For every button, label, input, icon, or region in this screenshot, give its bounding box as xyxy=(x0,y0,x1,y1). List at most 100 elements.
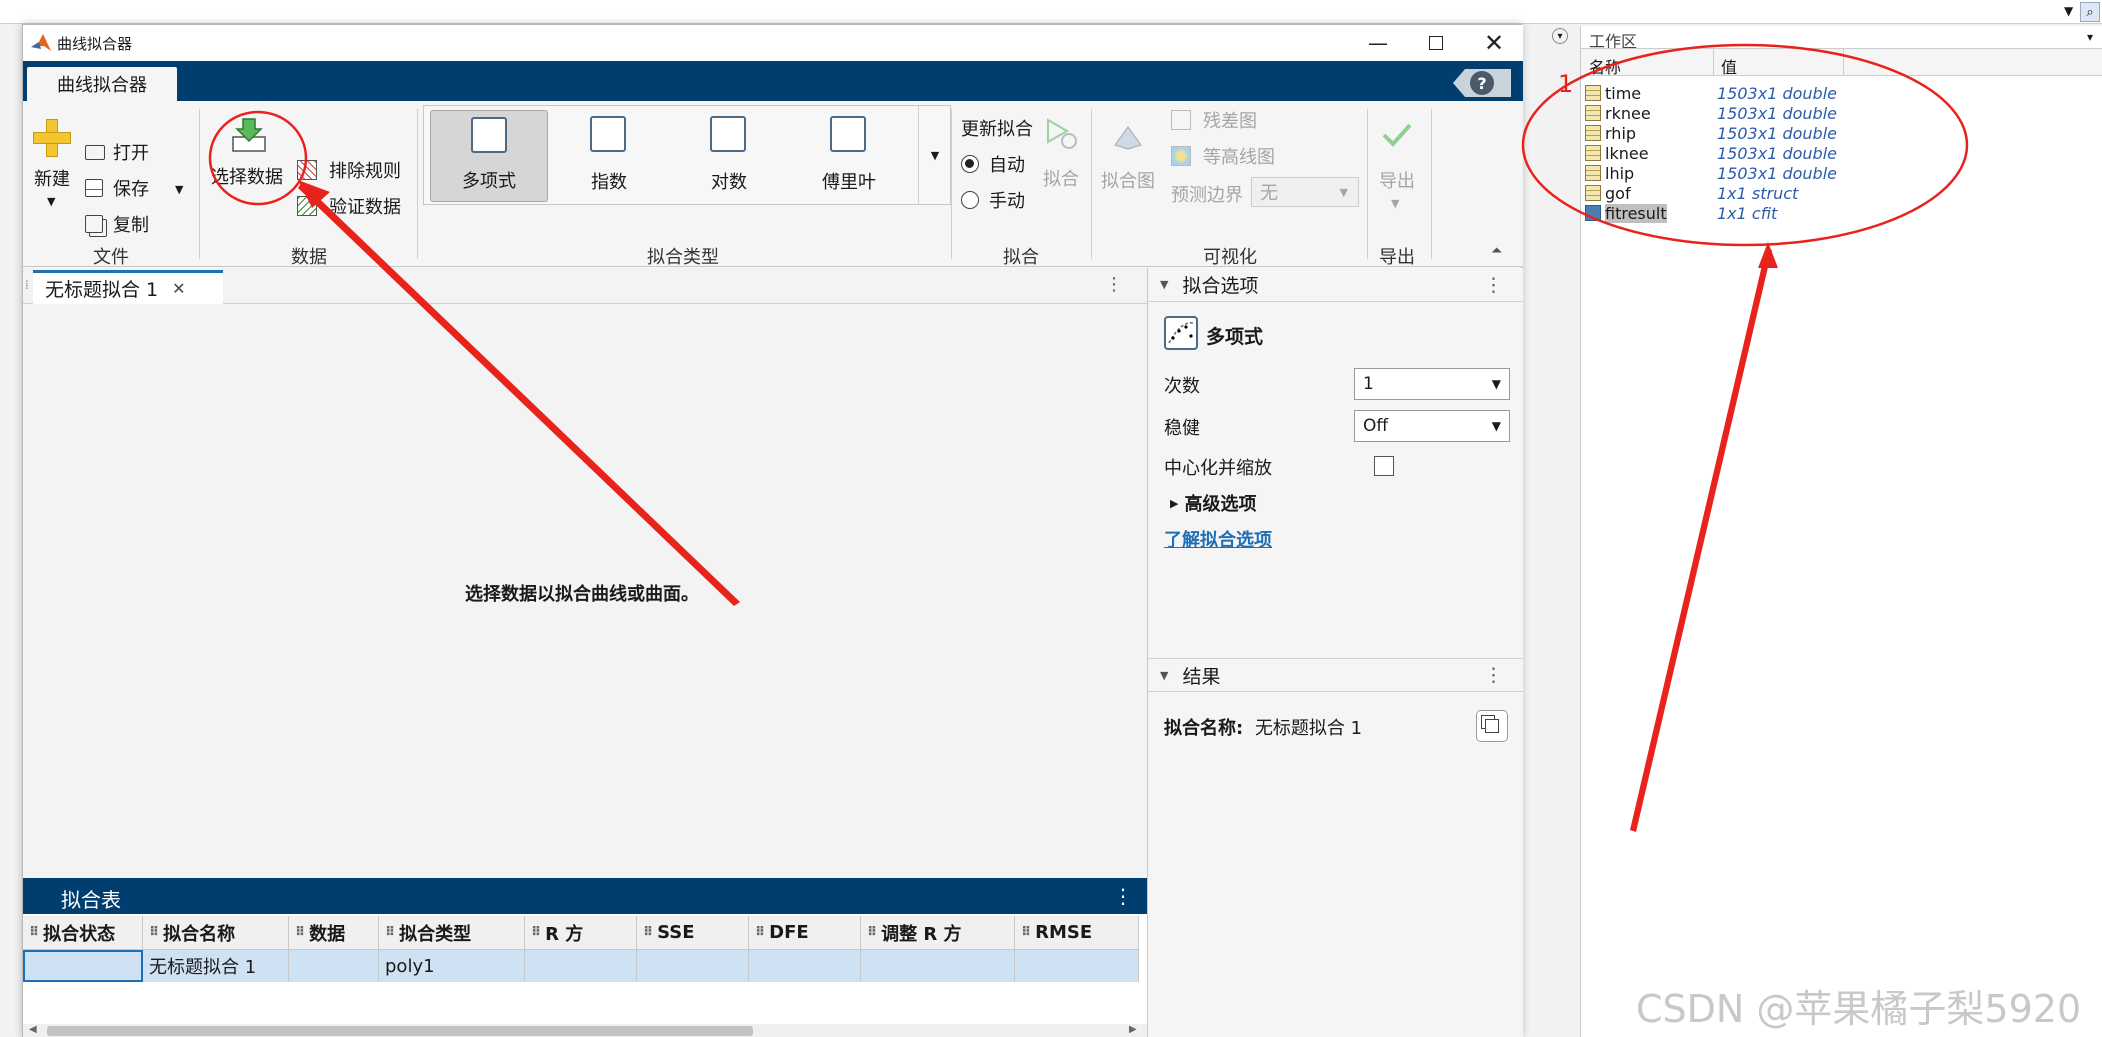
manual-radio[interactable] xyxy=(961,191,979,209)
polynomial-icon xyxy=(471,117,507,153)
workspace-menu-icon[interactable]: ▾ xyxy=(2087,30,2093,44)
gallery-scroll-strip[interactable]: ▼ xyxy=(918,106,951,204)
column-header[interactable]: ⠿ SSE xyxy=(637,916,749,950)
fit-type-logarithmic[interactable]: 对数 xyxy=(670,110,788,202)
workspace-variable-row[interactable]: time 1503x1 double xyxy=(1581,83,2102,103)
table-cell[interactable]: 无标题拟合 1 xyxy=(143,950,289,982)
help-button[interactable]: ? xyxy=(1453,69,1511,97)
copy-button[interactable]: 复制 xyxy=(85,211,165,237)
select-data-label: 选择数据 xyxy=(211,167,283,188)
fit-options-header[interactable]: ▼ 拟合选项 ⋮ xyxy=(1148,268,1523,302)
save-dropdown-icon[interactable]: ▼ xyxy=(175,183,183,196)
export-button[interactable]: 导出 ▼ xyxy=(1373,115,1421,225)
table-cell[interactable] xyxy=(1015,950,1139,982)
table-cell[interactable] xyxy=(23,950,143,982)
manual-radio-option[interactable]: 手动 xyxy=(961,187,1041,213)
table-cell[interactable] xyxy=(861,950,1015,982)
collapse-arrow-icon[interactable]: ▾ xyxy=(1552,28,1568,44)
workspace-variable-row[interactable]: lhip 1503x1 double xyxy=(1581,163,2102,183)
residuals-plot-button[interactable]: 残差图 xyxy=(1171,107,1281,133)
chevron-down-icon: ▼ xyxy=(1391,197,1400,210)
drag-grip-icon[interactable]: ⠿ xyxy=(1021,925,1031,940)
validation-data-button[interactable]: 验证数据 xyxy=(297,193,427,219)
fit-type-polynomial[interactable]: 多项式 xyxy=(430,110,548,202)
degree-value: 1 xyxy=(1363,374,1374,394)
document-tab-label: 无标题拟合 1 xyxy=(45,279,159,301)
tab-curve-fitter[interactable]: 曲线拟合器 xyxy=(27,67,177,101)
panel-menu-icon[interactable]: ⋮ xyxy=(1484,664,1503,686)
drag-grip-icon[interactable]: ⠿ xyxy=(385,925,395,940)
workspace-variable-row[interactable]: rhip 1503x1 double xyxy=(1581,123,2102,143)
tab-untitled-fit[interactable]: 无标题拟合 1 ✕ xyxy=(33,270,223,304)
new-button[interactable]: 新建 ▼ xyxy=(27,115,77,215)
close-window-button[interactable]: ✕ xyxy=(1465,25,1523,61)
drag-grip-icon[interactable]: ⠿ xyxy=(149,925,159,940)
drag-grip-icon[interactable]: ⠿ xyxy=(755,925,765,940)
scroll-left-icon[interactable]: ◀ xyxy=(29,1024,37,1035)
run-fit-icon xyxy=(1047,118,1077,149)
column-header[interactable]: ⠿ 调整 R 方 xyxy=(861,916,1015,950)
results-header[interactable]: ▼ 结果 ⋮ xyxy=(1148,658,1523,692)
auto-radio-option[interactable]: 自动 xyxy=(961,151,1041,177)
panel-menu-icon[interactable]: ⋮ xyxy=(1484,274,1503,296)
open-button[interactable]: 打开 xyxy=(85,139,165,165)
workspace-col-name[interactable]: 名称 xyxy=(1589,54,1621,78)
table-cell[interactable]: poly1 xyxy=(379,950,525,982)
center-scale-checkbox[interactable] xyxy=(1374,456,1394,476)
column-header[interactable]: ⠿ DFE xyxy=(749,916,861,950)
column-header[interactable]: ⠿ R 方 xyxy=(525,916,637,950)
close-tab-icon[interactable]: ✕ xyxy=(172,279,185,298)
minimize-button[interactable]: — xyxy=(1349,25,1407,61)
fit-button[interactable]: 拟合 xyxy=(1039,115,1083,205)
column-header[interactable]: ⠿ 拟合状态 xyxy=(23,916,143,950)
scroll-right-icon[interactable]: ▶ xyxy=(1129,1024,1137,1035)
advanced-options-toggle[interactable]: ▶ 高级选项 xyxy=(1170,488,1256,518)
robust-dropdown[interactable]: Off ▼ xyxy=(1354,410,1510,442)
search-icon[interactable]: ⌕ xyxy=(2080,2,2100,22)
variable-value: 1x1 cfit xyxy=(1717,203,1778,223)
column-header[interactable]: ⠿ 拟合类型 xyxy=(379,916,525,950)
contour-plot-button[interactable]: 等高线图 xyxy=(1171,143,1281,169)
drag-grip-icon[interactable]: ⠿ xyxy=(531,925,541,940)
table-cell[interactable] xyxy=(749,950,861,982)
fit-type-fourier[interactable]: 傅里叶 xyxy=(790,110,908,202)
auto-radio[interactable] xyxy=(961,155,979,173)
maximize-button[interactable] xyxy=(1407,25,1465,61)
column-header[interactable]: ⠿ 拟合名称 xyxy=(143,916,289,950)
column-header[interactable]: ⠿ 数据 xyxy=(289,916,379,950)
dropdown-arrow-icon[interactable]: ▼ xyxy=(2064,4,2073,18)
horizontal-scrollbar[interactable]: ◀ ▶ xyxy=(23,1024,1147,1037)
workspace-variable-row[interactable]: lknee 1503x1 double xyxy=(1581,143,2102,163)
workspace-variable-row[interactable]: fitresult 1x1 cfit xyxy=(1581,203,2102,223)
collapse-ribbon-icon[interactable]: ⏶ xyxy=(1491,243,1502,259)
drag-grip-icon[interactable]: ⠿ xyxy=(295,925,305,940)
copy-results-button[interactable] xyxy=(1476,710,1508,742)
column-header-label: 拟合名称 xyxy=(163,923,236,945)
chevron-down-icon: ▼ xyxy=(1491,419,1501,433)
select-data-button[interactable]: 选择数据 xyxy=(209,111,289,211)
column-header[interactable]: ⠿ RMSE xyxy=(1015,916,1139,950)
exclusion-rules-button[interactable]: 排除规则 xyxy=(297,157,427,183)
desktop-strip xyxy=(0,0,2102,24)
document-menu-icon[interactable]: ⋮ xyxy=(1105,274,1123,295)
workspace-col-value[interactable]: 值 xyxy=(1721,54,1737,78)
drag-grip-icon[interactable]: ⠿ xyxy=(643,925,653,940)
scrollbar-thumb[interactable] xyxy=(47,1026,753,1036)
fit-plot-button[interactable]: 拟合图 xyxy=(1099,115,1159,205)
table-cell[interactable] xyxy=(289,950,379,982)
fit-plot-label: 拟合图 xyxy=(1101,171,1155,192)
workspace-variable-row[interactable]: rknee 1503x1 double xyxy=(1581,103,2102,123)
workspace-variable-row[interactable]: gof 1x1 struct xyxy=(1581,183,2102,203)
fit-type-exponential[interactable]: 指数 xyxy=(550,110,668,202)
save-button[interactable]: 保存 xyxy=(85,175,165,201)
prediction-bounds-dropdown[interactable]: 无 ▼ xyxy=(1251,177,1359,207)
variable-name: lknee xyxy=(1605,143,1649,163)
fit-type-items: 多项式 指数 对数 傅里叶 xyxy=(424,106,914,206)
table-cell[interactable] xyxy=(637,950,749,982)
title-bar[interactable]: 曲线拟合器 — ✕ xyxy=(23,25,1523,61)
degree-dropdown[interactable]: 1 ▼ xyxy=(1354,368,1510,400)
drag-grip-icon[interactable]: ⠿ xyxy=(867,925,877,940)
drag-grip-icon[interactable]: ⠿ xyxy=(29,925,39,940)
table-cell[interactable] xyxy=(525,950,637,982)
learn-fit-options-link[interactable]: 了解拟合选项 xyxy=(1164,526,1272,552)
